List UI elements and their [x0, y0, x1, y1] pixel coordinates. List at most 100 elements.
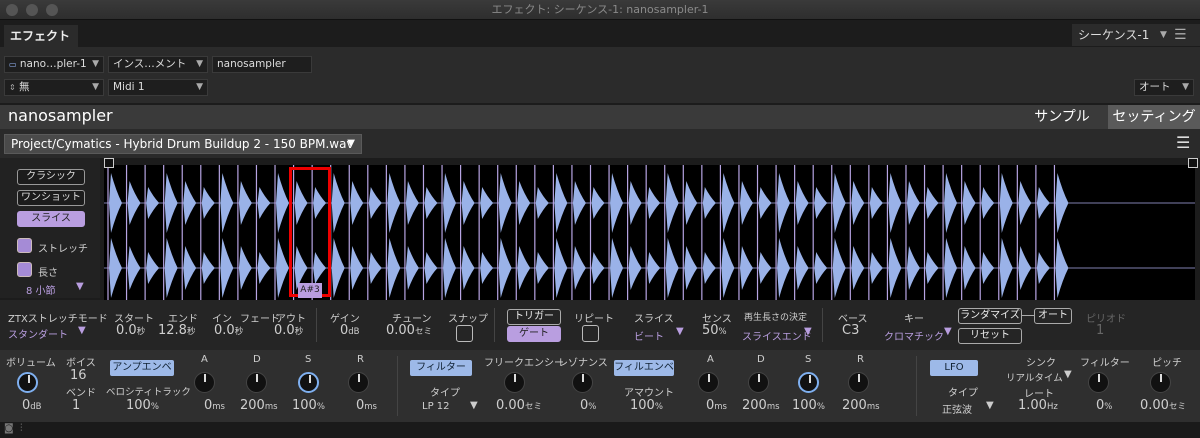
filter-decay-unit: ms [766, 402, 780, 412]
gate-button[interactable]: ゲート [507, 326, 561, 342]
lfo-filter-knob[interactable] [1088, 372, 1109, 393]
trigger-button[interactable]: トリガー [507, 309, 561, 325]
auto-button[interactable]: オート [1034, 308, 1072, 324]
waveform-transient [814, 187, 828, 219]
resonance-knob[interactable] [572, 372, 593, 393]
lfo-type-value[interactable]: 正弦波 [942, 401, 972, 416]
waveform-transient [1018, 181, 1032, 225]
amp-attack-knob[interactable] [194, 372, 215, 393]
waveform-transient [554, 238, 568, 298]
length-checkbox[interactable] [17, 262, 32, 277]
amp-attack-value[interactable]: 0ms [204, 398, 225, 413]
camera-icon[interactable]: ◙ [4, 423, 14, 434]
filter-decay-value[interactable]: 200ms [742, 398, 780, 413]
mode-classic-button[interactable]: クラシック [17, 169, 85, 185]
velocity-track-value[interactable]: 100% [126, 398, 159, 413]
divider [397, 356, 398, 416]
tune-value[interactable]: 0.00セミ [386, 323, 432, 338]
stretch-checkbox[interactable] [17, 238, 32, 253]
category-select[interactable]: インス…メント ▼ [108, 56, 208, 73]
sample-file-select[interactable]: Project/Cymatics - Hybrid Drum Buildup 2… [4, 134, 362, 154]
volume-value[interactable]: 0dB [22, 398, 42, 413]
end-value[interactable]: 12.8秒 [158, 323, 195, 338]
amp-release-knob[interactable] [348, 372, 369, 393]
amp-release-value[interactable]: 0ms [356, 398, 377, 413]
filter-sustain-label: S [805, 354, 812, 365]
rate-value[interactable]: 1.00Hz [1018, 398, 1058, 413]
menu-icon[interactable]: ☰ [1176, 133, 1190, 152]
period-label: ピリオド [1086, 314, 1126, 325]
plugin-select[interactable]: ▭ nano…pler-1 ▼ [4, 56, 104, 73]
frequency-knob[interactable] [504, 372, 525, 393]
gain-unit: dB [348, 327, 360, 337]
waveform-transient [888, 238, 902, 298]
midi-select[interactable]: Midi 1 ▼ [108, 79, 208, 96]
waveform-transient [183, 181, 197, 225]
waveform-transient [610, 173, 624, 233]
voice-value[interactable]: 16 [70, 368, 87, 383]
period-value[interactable]: 1 [1096, 323, 1104, 338]
start-handle[interactable] [104, 158, 114, 168]
fade-out-value[interactable]: 0.0秒 [274, 323, 303, 338]
filter-type-value[interactable]: LP 12 [422, 401, 450, 412]
lfo-button[interactable]: LFO [930, 360, 978, 376]
tab-effect[interactable]: エフェクト [4, 25, 78, 47]
play-length-value[interactable]: スライスエンド [742, 328, 812, 343]
sequence-select[interactable]: シーケンス-1 ▼ ☰ [1072, 24, 1200, 46]
filter-button[interactable]: フィルター [410, 360, 472, 376]
mixer-icon[interactable]: ⫶ [20, 423, 23, 434]
length-value[interactable]: 8 小節 [26, 282, 56, 297]
waveform-transient [183, 246, 197, 290]
filter-release-knob[interactable] [848, 372, 869, 393]
pitch-knob[interactable] [1150, 372, 1171, 393]
lfo-filter-value[interactable]: 0% [1096, 398, 1112, 413]
filter-sustain-knob[interactable] [798, 372, 819, 393]
volume-knob[interactable] [17, 372, 38, 393]
mode-slice-button[interactable]: スライス [17, 211, 85, 227]
filter-sustain-value[interactable]: 100% [792, 398, 825, 413]
gain-value[interactable]: 0dB [340, 323, 360, 338]
amount-value[interactable]: 100% [630, 398, 663, 413]
waveform-display[interactable] [104, 165, 1195, 300]
menu-icon[interactable]: ☰ [1174, 24, 1187, 46]
resonance-value[interactable]: 0% [580, 398, 596, 413]
randomize-button[interactable]: ランダマイズ [958, 308, 1022, 324]
stretch-label: ストレッチ [38, 244, 88, 255]
waveform-transient [220, 173, 234, 233]
base-value[interactable]: C3 [842, 323, 859, 338]
amp-decay-value[interactable]: 200ms [240, 398, 278, 413]
amp-env-button[interactable]: アンプエンベ [110, 360, 174, 376]
waveform-transient [276, 173, 290, 233]
tab-settings[interactable]: セッティング [1108, 105, 1200, 129]
filter-release-value[interactable]: 200ms [842, 398, 880, 413]
frequency-value[interactable]: 0.00セミ [496, 398, 542, 413]
plugin-name-field[interactable]: nanosampler [212, 56, 312, 73]
mode-oneshot-button[interactable]: ワンショット [17, 190, 85, 206]
filter-attack-value[interactable]: 0ms [706, 398, 727, 413]
bend-value[interactable]: 1 [72, 398, 80, 413]
auto-select[interactable]: オート ▼ [1134, 79, 1194, 96]
start-value[interactable]: 0.0秒 [116, 323, 145, 338]
slice-type-value[interactable]: ビート [634, 328, 664, 343]
snap-checkbox[interactable] [456, 325, 473, 342]
waveform-transient [647, 187, 661, 219]
input-select[interactable]: ⇕ 無 ▼ [4, 79, 104, 96]
sense-value[interactable]: 50% [702, 323, 727, 338]
sync-value[interactable]: リアルタイム [1006, 370, 1063, 384]
key-value[interactable]: クロマチック [884, 328, 944, 343]
fade-in-value[interactable]: 0.0秒 [214, 323, 243, 338]
end-handle[interactable] [1188, 158, 1198, 168]
reset-button[interactable]: リセット [958, 328, 1022, 344]
amp-sustain-value[interactable]: 100% [292, 398, 325, 413]
filter-decay-knob[interactable] [748, 372, 769, 393]
amp-sustain-knob[interactable] [298, 372, 319, 393]
chevron-down-icon: ▼ [1064, 369, 1072, 380]
filter-env-button[interactable]: フィルエンベ [614, 360, 674, 376]
repeat-checkbox[interactable] [582, 325, 599, 342]
waveform-transient [721, 238, 735, 298]
ztx-mode-value[interactable]: スタンダート [8, 326, 68, 341]
filter-attack-knob[interactable] [698, 372, 719, 393]
pitch-value[interactable]: 0.00セミ [1140, 398, 1186, 413]
amp-decay-knob[interactable] [246, 372, 267, 393]
tab-sample[interactable]: サンプル [1018, 105, 1106, 129]
